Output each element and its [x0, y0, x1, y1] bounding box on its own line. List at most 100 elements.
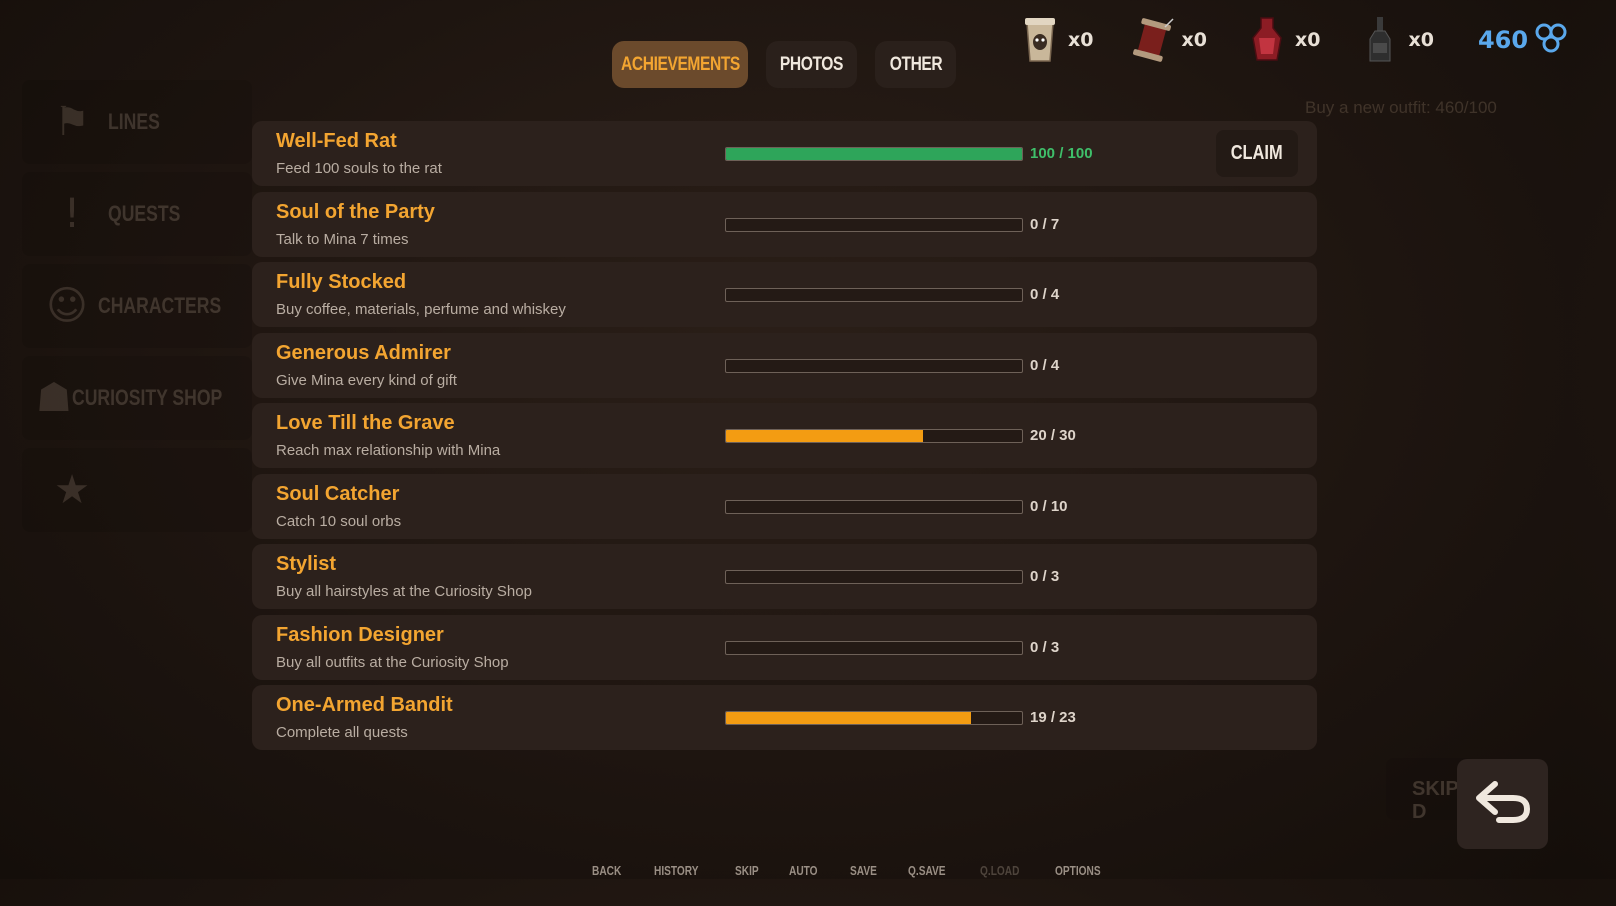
tab-label: OTHER: [889, 53, 942, 75]
person-card-icon: ☺: [46, 283, 88, 329]
quick-menu-qsave[interactable]: Q.SAVE: [908, 863, 946, 879]
signpost-icon: ⚑: [54, 99, 90, 145]
progress-text: 0 / 4: [1030, 356, 1060, 374]
soul-orb-icon: [1534, 22, 1568, 58]
achievement-description: Buy all hairstyles at the Curiosity Shop: [276, 583, 532, 600]
progress-bar: [725, 147, 1023, 161]
currency-count: x0: [1068, 29, 1094, 51]
tab-label: PHOTOS: [779, 53, 844, 75]
progress-bar: [725, 429, 1023, 443]
quick-menu-skip[interactable]: SKIP: [735, 863, 759, 879]
achievement-description: Feed 100 souls to the rat: [276, 160, 442, 177]
tab-bar: ACHIEVEMENTS PHOTOS OTHER: [612, 41, 956, 88]
background-menu: ⚑ LINES ! QUESTS ☺ CHARACTERS ☗ CURIOSIT…: [22, 80, 252, 540]
bg-menu-quests: ! QUESTS: [22, 172, 252, 256]
achievement-title: Well-Fed Rat: [276, 130, 397, 152]
trophy-icon: ★: [54, 467, 90, 513]
tab-label: ACHIEVEMENTS: [620, 53, 740, 75]
currency-bar: x0 x0 x0 x0 460: [1016, 14, 1568, 66]
achievement-title: Fully Stocked: [276, 271, 407, 293]
currency-whiskey: x0: [1356, 14, 1434, 66]
progress-text: 0 / 7: [1030, 215, 1060, 233]
currency-count: x0: [1408, 29, 1434, 51]
progress-text: 0 / 10: [1030, 497, 1068, 515]
achievement-row: Stylist Buy all hairstyles at the Curiosi…: [252, 544, 1317, 609]
progress-text: 100 / 100: [1030, 145, 1093, 162]
progress-bar: [725, 499, 1023, 514]
quick-menu-auto[interactable]: AUTO: [789, 863, 818, 879]
currency-materials: x0: [1129, 14, 1207, 66]
return-arrow-icon: [1473, 780, 1533, 828]
progress-bar: [725, 570, 1023, 584]
bg-menu-lines: ⚑ LINES: [22, 80, 252, 164]
quick-menu-history[interactable]: HISTORY: [654, 863, 699, 879]
claim-button[interactable]: CLAIM: [1216, 130, 1298, 177]
bg-menu-label: CHARACTERS: [98, 293, 222, 318]
achievement-title: Stylist: [276, 553, 337, 575]
whiskey-bottle-icon: [1356, 14, 1404, 66]
tab-photos[interactable]: PHOTOS: [766, 41, 857, 88]
back-button[interactable]: [1457, 759, 1548, 849]
achievement-description: Buy coffee, materials, perfume and whisk…: [276, 301, 566, 318]
achievement-title: One-Armed Bandit: [276, 694, 453, 716]
achievement-row: Fashion Designer Buy all outfits at the C…: [252, 614, 1317, 680]
progress-bar: [725, 288, 1023, 302]
achievement-title: Soul of the Party: [276, 200, 435, 223]
achievement-row: One-Armed Bandit Complete all quests 19 / …: [252, 685, 1317, 750]
currency-count: x0: [1294, 29, 1321, 51]
bg-menu-shop: ☗ CURIOSITY SHOP: [22, 356, 252, 440]
souls-counter: 460: [1478, 22, 1568, 58]
progress-fill: [726, 148, 1022, 160]
progress-bar: [725, 358, 1023, 373]
progress-fill: [726, 430, 924, 442]
achievement-description: Catch 10 soul orbs: [276, 512, 402, 530]
achievement-row: Generous Admirer Give Mina every kind of …: [252, 332, 1317, 398]
achievement-description: Reach max relationship with Mina: [276, 442, 501, 459]
perfume-bottle-icon: [1243, 14, 1291, 66]
bg-menu-characters: ☺ CHARACTERS: [22, 264, 252, 348]
progress-bar: [725, 640, 1023, 655]
achievement-title: Generous Admirer: [276, 341, 451, 364]
achievement-title: Soul Catcher: [276, 482, 400, 505]
quick-menu-save[interactable]: SAVE: [850, 863, 877, 879]
progress-text: 20 / 30: [1030, 427, 1076, 444]
bg-menu-trophy: ★: [22, 448, 252, 532]
progress-bar: [725, 711, 1023, 725]
quick-menu-back[interactable]: BACK: [592, 863, 621, 879]
achievement-title: Love Till the Grave: [276, 412, 455, 434]
tab-other[interactable]: OTHER: [875, 41, 956, 88]
exclamation-icon: !: [63, 191, 81, 237]
achievement-description: Give Mina every kind of gift: [276, 371, 457, 389]
quick-menu-options[interactable]: OPTIONS: [1055, 863, 1101, 879]
achievement-description: Buy all outfits at the Curiosity Shop: [276, 653, 509, 671]
cart-icon: ☗: [36, 375, 72, 421]
bg-menu-label: QUESTS: [108, 201, 181, 226]
quick-menu-qload: Q.LOAD: [980, 863, 1020, 878]
progress-bar: [725, 217, 1023, 232]
achievement-row: Soul Catcher Catch 10 soul orbs 0 / 10: [252, 473, 1317, 539]
currency-coffee: x0: [1016, 14, 1093, 66]
achievement-row: Love Till the Grave Reach max relationshi…: [252, 403, 1317, 468]
progress-text: 0 / 4: [1030, 286, 1060, 303]
achievement-description: Talk to Mina 7 times: [276, 230, 409, 248]
achievement-row: Well-Fed Rat Feed 100 souls to the rat 100…: [252, 121, 1317, 186]
bg-menu-label: LINES: [108, 109, 160, 134]
achievements-list: Well-Fed Rat Feed 100 souls to the rat 100…: [252, 121, 1317, 756]
coffee-cup-icon: [1016, 14, 1064, 66]
achievement-row: Soul of the Party Talk to Mina 7 times 0 /…: [252, 191, 1317, 257]
progress-text: 0 / 3: [1030, 568, 1060, 585]
thread-spool-icon: [1129, 14, 1177, 66]
quick-menu: BACK HISTORY SKIP AUTO SAVE Q.SAVE Q.LOAD OPTIO…: [592, 863, 1113, 879]
achievement-row: Fully Stocked Buy coffee, materials, perf…: [252, 262, 1317, 327]
bg-menu-label: CURIOSITY SHOP: [71, 385, 223, 410]
tab-achievements[interactable]: ACHIEVEMENTS: [612, 41, 748, 88]
souls-value: 460: [1477, 26, 1529, 54]
progress-text: 0 / 3: [1030, 638, 1060, 656]
progress-text: 19 / 23: [1030, 709, 1076, 726]
achievement-description: Complete all quests: [276, 724, 408, 741]
claim-label: CLAIM: [1231, 142, 1283, 164]
bg-outfit-text: Buy a new outfit: 460/100: [1305, 98, 1497, 117]
currency-perfume: x0: [1243, 14, 1320, 66]
currency-count: x0: [1181, 29, 1207, 51]
achievement-title: Fashion Designer: [276, 623, 444, 646]
